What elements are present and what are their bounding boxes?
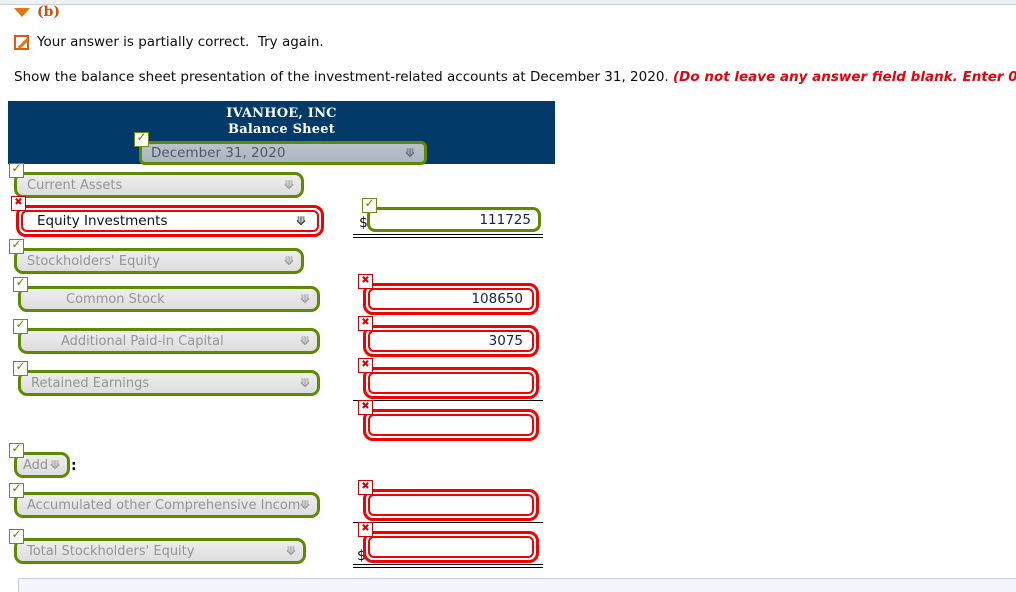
row-label-current-assets: Current Assets ⟱ [9,163,304,198]
partially-correct-icon [14,34,29,50]
row-label-retained-earnings: Retained Earnings ⟱ [13,361,320,396]
amount-retained-earnings[interactable] [363,367,539,399]
check-badge [9,163,24,178]
date-select[interactable]: December 31, 2020 ⟱ [139,141,427,165]
check-badge [9,443,24,458]
total-rule-double [353,234,543,238]
total-rule-single [353,522,543,523]
triangle-down-icon[interactable] [14,7,30,17]
status-row: Your answer is partially correct. Try ag… [14,34,324,50]
instruction-note: (Do not leave any answer field blank. En… [673,69,1016,85]
error-badge [11,196,26,211]
select-value: Retained Earnings [31,375,150,391]
check-badge [13,361,28,376]
error-badge [358,480,373,495]
check-badge [362,198,377,213]
select-common-stock[interactable]: Common Stock ⟱ [18,286,320,312]
chevron-down-icon: ⟱ [285,544,296,558]
select-total-stockholders-equity[interactable]: Total Stockholders' Equity ⟱ [14,538,306,564]
amount-value: 3075 [368,330,534,352]
grand-total-rule-double [353,564,543,568]
amount-common-stock[interactable]: 108650 [363,283,539,315]
instruction-main: Show the balance sheet presentation of t… [14,69,673,85]
check-badge [9,483,24,498]
row-label-equity-investments: Equity Investments ⟱ [11,196,324,237]
select-value: Stockholders' Equity [27,253,160,269]
date-select-value: December 31, 2020 [151,145,286,161]
amount-value [368,414,534,436]
amount-additional-paid-in-capital[interactable]: 3075 [363,325,539,357]
add-colon: : [71,458,77,474]
section-b-label: (b) [37,4,61,20]
row-label-total-stockholders-equity: Total Stockholders' Equity ⟱ [9,529,306,564]
date-select-wrap: December 31, 2020 ⟱ [134,132,427,165]
subtotal-rule [353,400,543,401]
company-name: IVANHOE, INC [226,106,337,121]
amount-subtotal[interactable] [363,409,539,441]
amount-additional-paid-in-capital-wrap: 3075 [358,316,539,357]
bottom-panel [18,578,1016,592]
amount-equity-investments-wrap: 111725 [362,198,541,232]
row-label-accumulated-oci: Accumulated other Comprehensive Income ⟱ [9,483,320,518]
amount-common-stock-wrap: 108650 [358,274,539,315]
chevron-down-icon: ⟱ [299,334,310,348]
row-label-stockholders-equity: Stockholders' Equity ⟱ [9,239,304,274]
chevron-down-icon: ⟱ [283,178,294,192]
check-badge [9,239,24,254]
amount-subtotal-wrap [358,400,539,441]
chevron-down-icon: ⟱ [299,376,310,390]
error-badge [358,400,373,415]
check-badge-date [134,132,149,147]
select-additional-paid-in-capital[interactable]: Additional Paid-in Capital ⟱ [18,328,320,354]
amount-equity-investments[interactable]: 111725 [367,207,541,232]
page-top-divider [0,0,1016,5]
chevron-down-icon: ⟱ [299,292,310,306]
select-retained-earnings[interactable]: Retained Earnings ⟱ [18,370,320,396]
select-value: Add [23,457,49,473]
amount-value [368,494,534,516]
instruction-text: Show the balance sheet presentation of t… [14,69,1016,85]
select-stockholders-equity[interactable]: Stockholders' Equity ⟱ [14,248,304,274]
select-value: Common Stock [66,291,165,307]
select-current-assets[interactable]: Current Assets ⟱ [14,172,304,198]
amount-accumulated-oci[interactable] [363,489,539,521]
amount-accumulated-oci-wrap [358,480,539,521]
error-badge [358,358,373,373]
select-value: Current Assets [27,177,123,193]
select-accumulated-oci[interactable]: Accumulated other Comprehensive Income ⟱ [14,492,320,518]
amount-value: 108650 [368,288,534,310]
select-value: Equity Investments [37,213,168,229]
amount-retained-earnings-wrap [358,358,539,399]
error-badge [358,274,373,289]
section-b-header[interactable]: (b) [14,4,60,20]
status-message: Your answer is partially correct. Try ag… [37,34,324,50]
select-equity-investments[interactable]: Equity Investments ⟱ [16,205,324,237]
row-label-common-stock: Common Stock ⟱ [13,277,320,312]
select-value: Additional Paid-in Capital [61,333,224,349]
chevron-down-icon: ⟱ [49,458,60,472]
chevron-down-icon: ⟱ [295,214,306,228]
check-badge [13,319,28,334]
error-badge [358,316,373,331]
chevron-down-icon: ⟱ [404,146,415,160]
statement-name: Balance Sheet [228,122,335,137]
amount-value [368,536,534,558]
check-badge [9,529,24,544]
chevron-down-icon: ⟱ [299,498,310,512]
select-value: Total Stockholders' Equity [27,543,195,559]
check-badge [13,277,28,292]
amount-total-stockholders-equity[interactable] [363,531,539,563]
chevron-down-icon: ⟱ [283,254,294,268]
amount-value [368,372,534,394]
amount-total-stockholders-equity-wrap [358,522,539,563]
row-label-additional-paid-in-capital: Additional Paid-in Capital ⟱ [13,319,320,354]
error-badge [358,522,373,537]
row-label-add: Add ⟱ [9,443,70,478]
select-value: Accumulated other Comprehensive Income [27,497,300,513]
